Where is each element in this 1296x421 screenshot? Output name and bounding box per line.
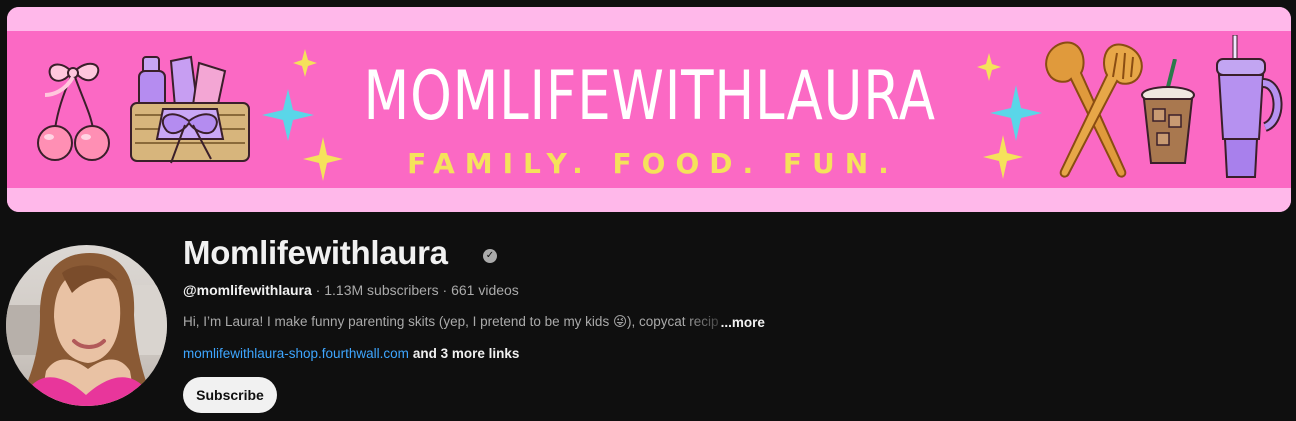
description-more-button[interactable]: ...more [721, 315, 765, 330]
channel-name: Momlifewithlaura [183, 234, 448, 271]
channel-banner: MOMLIFEWITHLAURA FAMILY. FOOD. FUN. [7, 7, 1291, 212]
meta-separator: · [438, 282, 452, 298]
banner-top-band [7, 7, 1291, 31]
meta-separator: · [311, 282, 325, 298]
avatar[interactable] [6, 245, 167, 406]
avatar-photo-icon [6, 253, 167, 406]
more-links-button[interactable]: and 3 more links [413, 346, 520, 361]
description-text: Hi, I’m Laura! I make funny parenting sk… [183, 314, 719, 329]
video-count: 661 videos [451, 282, 519, 298]
banner-title: MOMLIFEWITHLAURA [363, 57, 936, 136]
channel-links: momlifewithlaura-shop.fourthwall.com and … [183, 346, 519, 361]
subscribe-button[interactable]: Subscribe [183, 377, 277, 413]
subscriber-count: 1.13M subscribers [324, 282, 439, 298]
channel-description[interactable]: Hi, I’m Laura! I make funny parenting sk… [183, 314, 765, 330]
channel-meta: @momlifewithlaura · 1.13M subscribers · … [183, 282, 519, 298]
shop-link[interactable]: momlifewithlaura-shop.fourthwall.com [183, 346, 409, 361]
banner-tagline: FAMILY. FOOD. FUN. [407, 147, 899, 180]
channel-handle: @momlifewithlaura [183, 282, 312, 298]
verified-check-icon: ✓ [483, 249, 497, 263]
banner-bottom-band [7, 188, 1291, 212]
